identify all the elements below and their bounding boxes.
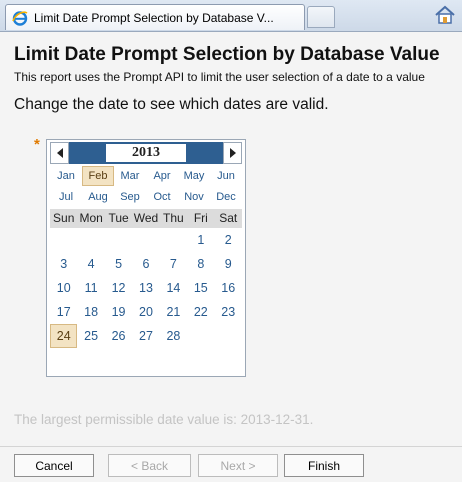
empty-day-cell bbox=[215, 324, 242, 348]
day-6[interactable]: 6 bbox=[132, 252, 159, 276]
weekday-sat: Sat bbox=[219, 211, 238, 225]
day-14[interactable]: 14 bbox=[160, 276, 187, 300]
day-11[interactable]: 11 bbox=[77, 276, 104, 300]
browser-tab[interactable]: Limit Date Prompt Selection by Database … bbox=[5, 4, 305, 30]
day-19[interactable]: 19 bbox=[105, 300, 132, 324]
weekday-wed: Wed bbox=[133, 211, 159, 225]
month-dec[interactable]: Dec bbox=[210, 187, 242, 207]
weekday-sun: Sun bbox=[53, 211, 75, 225]
day-4[interactable]: 4 bbox=[77, 252, 104, 276]
home-icon[interactable] bbox=[434, 5, 456, 25]
chevron-right-icon bbox=[229, 148, 236, 158]
day-23[interactable]: 23 bbox=[215, 300, 242, 324]
back-button[interactable]: < Back bbox=[108, 454, 191, 477]
empty-day-cell bbox=[132, 228, 159, 252]
day-12[interactable]: 12 bbox=[105, 276, 132, 300]
day-5[interactable]: 5 bbox=[105, 252, 132, 276]
largest-date-message: The largest permissible date value is: 2… bbox=[14, 412, 314, 427]
page-description: This report uses the Prompt API to limit… bbox=[14, 70, 425, 84]
month-grid: Jan Feb Mar Apr May Jun Jul Aug Sep Oct Nov Dec bbox=[50, 166, 242, 208]
calendar-header: 2013 bbox=[50, 142, 242, 164]
day-24[interactable]: 24 bbox=[50, 324, 78, 348]
weekday-header: Sun Mon Tue Wed Thu Fri Sat bbox=[50, 209, 242, 228]
required-marker: * bbox=[34, 136, 40, 153]
finish-button[interactable]: Finish bbox=[284, 454, 364, 477]
day-20[interactable]: 20 bbox=[132, 300, 159, 324]
month-mar[interactable]: Mar bbox=[114, 166, 146, 186]
previous-year-button[interactable] bbox=[50, 142, 69, 164]
week-row: 24 25 26 27 28 bbox=[50, 324, 242, 348]
month-oct[interactable]: Oct bbox=[146, 187, 178, 207]
page-title: Limit Date Prompt Selection by Database … bbox=[14, 44, 440, 65]
year-field[interactable]: 2013 bbox=[106, 144, 186, 162]
month-aug[interactable]: Aug bbox=[82, 187, 114, 207]
week-row: 12 bbox=[50, 228, 242, 252]
month-feb[interactable]: Feb bbox=[82, 166, 114, 186]
instruction-text: Change the date to see which dates are v… bbox=[14, 96, 329, 113]
empty-day-cell bbox=[187, 324, 214, 348]
month-apr[interactable]: Apr bbox=[146, 166, 178, 186]
day-26[interactable]: 26 bbox=[105, 324, 132, 348]
day-10[interactable]: 10 bbox=[50, 276, 77, 300]
day-7[interactable]: 7 bbox=[160, 252, 187, 276]
day-17[interactable]: 17 bbox=[50, 300, 77, 324]
cancel-button[interactable]: Cancel bbox=[14, 454, 94, 477]
year-bar: 2013 bbox=[69, 142, 223, 164]
weekday-thu: Thu bbox=[163, 211, 184, 225]
day-28[interactable]: 28 bbox=[160, 324, 187, 348]
day-22[interactable]: 22 bbox=[187, 300, 214, 324]
next-year-button[interactable] bbox=[223, 142, 242, 164]
day-2[interactable]: 2 bbox=[215, 228, 242, 252]
new-tab-button[interactable] bbox=[307, 6, 335, 28]
month-row: Jan Feb Mar Apr May Jun bbox=[50, 166, 242, 187]
month-nov[interactable]: Nov bbox=[178, 187, 210, 207]
day-grid: 1 2 3 4 5 6 7 8 9 10 11 12 13 14 15 16 17 18 19 20 21 22 23 24 2… bbox=[50, 228, 242, 348]
month-jul[interactable]: Jul bbox=[50, 187, 82, 207]
month-row: Jul Aug Sep Oct Nov Dec bbox=[50, 187, 242, 208]
empty-day-cell bbox=[160, 228, 187, 252]
next-button[interactable]: Next > bbox=[198, 454, 278, 477]
weekday-fri: Fri bbox=[193, 211, 208, 225]
day-16[interactable]: 16 bbox=[215, 276, 242, 300]
month-jan[interactable]: Jan bbox=[50, 166, 82, 186]
month-may[interactable]: May bbox=[178, 166, 210, 186]
empty-day-cell bbox=[50, 228, 77, 252]
empty-day-cell bbox=[77, 228, 104, 252]
browser-tab-title: Limit Date Prompt Selection by Database … bbox=[34, 10, 274, 25]
day-21[interactable]: 21 bbox=[160, 300, 187, 324]
month-jun[interactable]: Jun bbox=[210, 166, 242, 186]
month-sep[interactable]: Sep bbox=[114, 187, 146, 207]
date-prompt-calendar: 2013 Jan Feb Mar Apr May Jun Jul Aug Sep Oct Nov De… bbox=[46, 139, 246, 377]
ie-icon bbox=[12, 10, 28, 26]
day-3[interactable]: 3 bbox=[50, 252, 77, 276]
week-row: 17 18 19 20 21 22 23 bbox=[50, 300, 242, 324]
day-15[interactable]: 15 bbox=[187, 276, 214, 300]
week-row: 10 11 12 13 14 15 16 bbox=[50, 276, 242, 300]
day-18[interactable]: 18 bbox=[77, 300, 104, 324]
day-9[interactable]: 9 bbox=[215, 252, 242, 276]
day-25[interactable]: 25 bbox=[77, 324, 104, 348]
day-13[interactable]: 13 bbox=[132, 276, 159, 300]
report-page: Limit Date Prompt Selection by Database … bbox=[0, 32, 462, 482]
weekday-tue: Tue bbox=[108, 211, 129, 225]
wizard-button-bar: Cancel < Back Next > Finish bbox=[0, 446, 462, 482]
chevron-left-icon bbox=[56, 148, 63, 158]
day-8[interactable]: 8 bbox=[187, 252, 214, 276]
browser-tab-bar: Limit Date Prompt Selection by Database … bbox=[0, 0, 462, 32]
weekday-mon: Mon bbox=[79, 211, 103, 225]
day-1[interactable]: 1 bbox=[187, 228, 214, 252]
week-row: 3456789 bbox=[50, 252, 242, 276]
day-27[interactable]: 27 bbox=[132, 324, 159, 348]
empty-day-cell bbox=[105, 228, 132, 252]
